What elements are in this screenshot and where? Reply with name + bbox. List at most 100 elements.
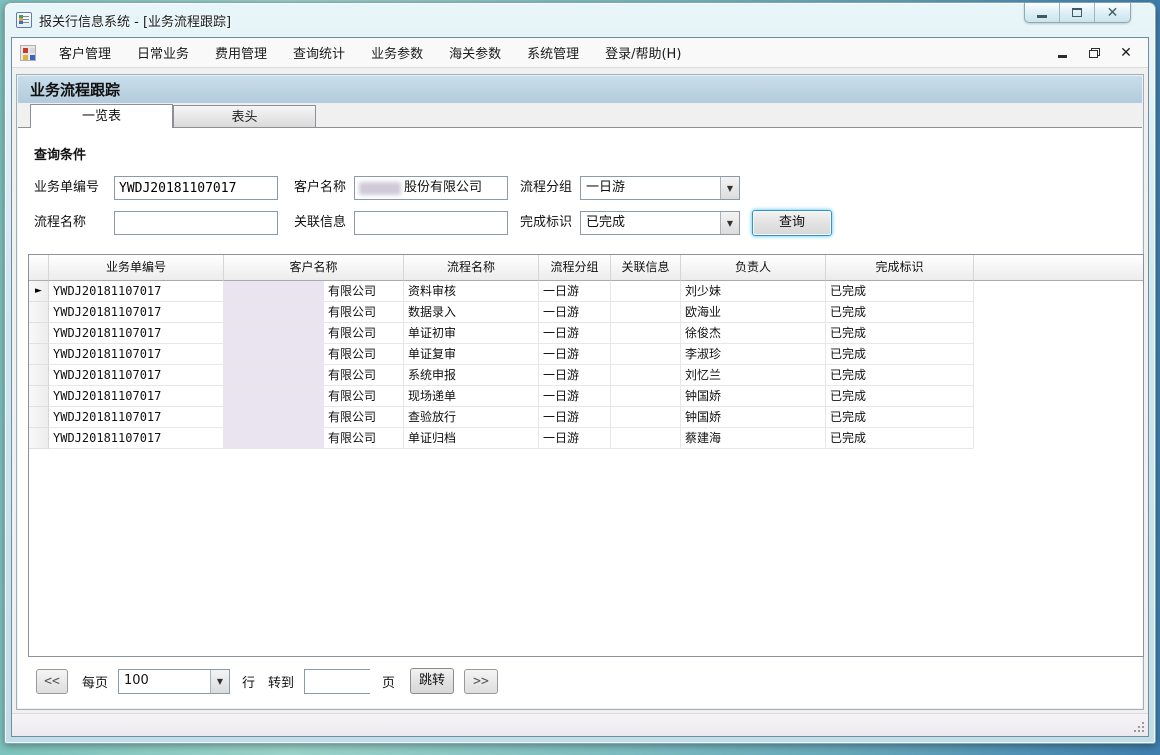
next-page-button[interactable]: >> [464, 669, 498, 694]
cell-order-no: YWDJ20181107017 [49, 407, 224, 428]
cell-group: 一日游 [539, 386, 611, 407]
mdi-minimize-button[interactable] [1054, 45, 1070, 61]
maximize-button[interactable] [1060, 3, 1095, 22]
cell-customer: 有限公司 [224, 302, 404, 323]
group-value: 一日游 [581, 177, 720, 199]
cell-related [611, 323, 681, 344]
cell-customer: 有限公司 [224, 386, 404, 407]
row-selector[interactable] [29, 407, 49, 428]
menu-item-customs-params[interactable]: 海关参数 [436, 37, 514, 68]
menu-item-query-stats[interactable]: 查询统计 [280, 37, 358, 68]
resize-grip-icon[interactable] [1133, 721, 1145, 733]
status-dropdown-button[interactable]: ▼ [720, 212, 739, 234]
close-icon: ✕ [1107, 6, 1119, 20]
cell-related [611, 428, 681, 449]
query-section-title: 查询条件 [34, 144, 86, 163]
close-button[interactable]: ✕ [1095, 3, 1130, 22]
pagination-bar: << 每页 100 ▼ 行 转到 ▲ ▼ [28, 668, 1128, 698]
col-header-selector [29, 255, 49, 281]
titlebar[interactable]: 报关行信息系统 - [业务流程跟踪] ✕ [5, 3, 1155, 36]
tab-header[interactable]: 表头 [173, 105, 316, 128]
per-page-value: 100 [119, 670, 210, 693]
customer-input[interactable]: 股份有限公司 [354, 176, 508, 200]
cell-process: 单证归档 [404, 428, 539, 449]
per-page-select[interactable]: 100 ▼ [118, 669, 230, 694]
cell-order-no: YWDJ20181107017 [49, 365, 224, 386]
grid-header-row: 业务单编号 客户名称 流程名称 流程分组 关联信息 负责人 完成标识 [29, 255, 1143, 281]
table-row[interactable]: ► YWDJ20181107017 有限公司 资料审核 一日游 刘少妹 已完成 [29, 281, 1143, 302]
chevron-down-icon: ▼ [727, 219, 733, 228]
cell-related [611, 365, 681, 386]
cell-customer: 有限公司 [224, 365, 404, 386]
row-selector[interactable]: ► [29, 281, 49, 302]
col-header-process[interactable]: 流程名称 [404, 255, 539, 281]
related-input[interactable] [354, 211, 508, 235]
col-header-group[interactable]: 流程分组 [539, 255, 611, 281]
col-header-customer[interactable]: 客户名称 [224, 255, 404, 281]
col-header-owner[interactable]: 负责人 [681, 255, 826, 281]
customer-label: 客户名称 [294, 176, 346, 200]
table-row[interactable]: YWDJ20181107017 有限公司 数据录入 一日游 欧海业 已完成 [29, 302, 1143, 323]
mdi-controls: ✕ [1054, 45, 1148, 61]
table-row[interactable]: YWDJ20181107017 有限公司 查验放行 一日游 钟国娇 已完成 [29, 407, 1143, 428]
row-selector[interactable] [29, 302, 49, 323]
group-combobox[interactable]: 一日游 ▼ [580, 176, 740, 200]
col-header-related[interactable]: 关联信息 [611, 255, 681, 281]
row-selector[interactable] [29, 365, 49, 386]
menu-item-login-help[interactable]: 登录/帮助(H) [592, 37, 694, 68]
mdi-restore-button[interactable] [1086, 45, 1102, 61]
cell-owner: 李淑珍 [681, 344, 826, 365]
jump-button[interactable]: 跳转 [410, 668, 454, 694]
col-header-status[interactable]: 完成标识 [826, 255, 974, 281]
cell-status: 已完成 [826, 365, 974, 386]
redacted-block [224, 323, 324, 343]
minimize-button[interactable] [1025, 3, 1060, 22]
cell-order-no: YWDJ20181107017 [49, 428, 224, 449]
window-title: 报关行信息系统 - [业务流程跟踪] [39, 11, 231, 30]
menu-item-system[interactable]: 系统管理 [514, 37, 592, 68]
tab-overview[interactable]: 一览表 [30, 104, 173, 128]
first-page-button[interactable]: << [36, 669, 68, 694]
col-header-filler [974, 255, 1143, 281]
mdi-close-button[interactable]: ✕ [1118, 45, 1134, 61]
group-dropdown-button[interactable]: ▼ [720, 177, 739, 199]
status-combobox[interactable]: 已完成 ▼ [580, 211, 740, 235]
table-row[interactable]: YWDJ20181107017 有限公司 系统申报 一日游 刘忆兰 已完成 [29, 365, 1143, 386]
row-selector[interactable] [29, 386, 49, 407]
client-area: 客户管理 日常业务 费用管理 查询统计 业务参数 海关参数 系统管理 登录/帮助… [11, 37, 1149, 737]
app-window: 报关行信息系统 - [业务流程跟踪] ✕ 客户管理 日常业务 费用管理 查询统计… [4, 2, 1156, 744]
row-selector[interactable] [29, 323, 49, 344]
row-selector[interactable] [29, 344, 49, 365]
row-selector[interactable] [29, 428, 49, 449]
status-bar [12, 713, 1148, 736]
menu-item-customer[interactable]: 客户管理 [46, 37, 124, 68]
cell-order-no: YWDJ20181107017 [49, 323, 224, 344]
cell-status: 已完成 [826, 344, 974, 365]
cell-related [611, 344, 681, 365]
order-no-label: 业务单编号 [34, 176, 99, 200]
menu-item-daily[interactable]: 日常业务 [124, 37, 202, 68]
cell-group: 一日游 [539, 344, 611, 365]
col-header-order-no[interactable]: 业务单编号 [49, 255, 224, 281]
redacted-block [224, 386, 324, 406]
search-button[interactable]: 查询 [752, 210, 832, 236]
cell-customer: 有限公司 [224, 428, 404, 449]
menu-item-business-params[interactable]: 业务参数 [358, 37, 436, 68]
status-value: 已完成 [581, 212, 720, 234]
chevron-down-icon: ▼ [727, 184, 733, 193]
order-no-input[interactable] [114, 176, 278, 200]
per-page-dropdown-button[interactable]: ▼ [210, 670, 229, 693]
cell-related [611, 407, 681, 428]
mdi-close-icon: ✕ [1120, 46, 1132, 60]
table-row[interactable]: YWDJ20181107017 有限公司 单证初审 一日游 徐俊杰 已完成 [29, 323, 1143, 344]
process-input[interactable] [114, 211, 278, 235]
cell-status: 已完成 [826, 281, 974, 302]
table-row[interactable]: YWDJ20181107017 有限公司 现场递单 一日游 钟国娇 已完成 [29, 386, 1143, 407]
cell-owner: 徐俊杰 [681, 323, 826, 344]
table-row[interactable]: YWDJ20181107017 有限公司 单证复审 一日游 李淑珍 已完成 [29, 344, 1143, 365]
cell-owner: 刘少妹 [681, 281, 826, 302]
desktop-background: 报关行信息系统 - [业务流程跟踪] ✕ 客户管理 日常业务 费用管理 查询统计… [0, 0, 1160, 755]
table-row[interactable]: YWDJ20181107017 有限公司 单证归档 一日游 蔡建海 已完成 [29, 428, 1143, 449]
form-region: 业务流程跟踪 一览表 表头 查询条件 业务单编号 客户名称 股份有限公司 [16, 74, 1144, 710]
menu-item-fees[interactable]: 费用管理 [202, 37, 280, 68]
